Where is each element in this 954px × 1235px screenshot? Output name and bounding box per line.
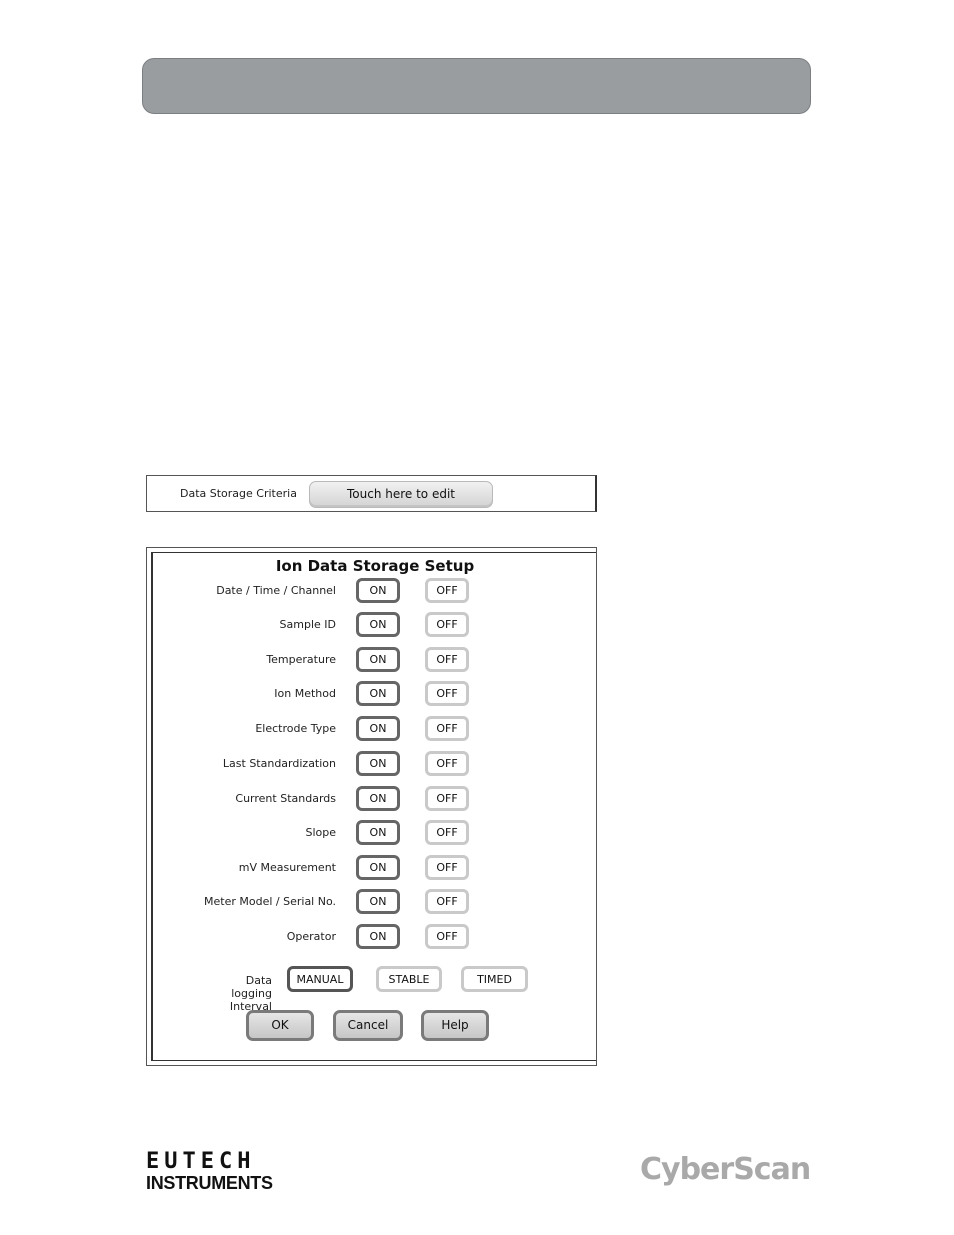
row-label: Electrode Type (255, 722, 336, 735)
off-button[interactable]: OFF (425, 612, 469, 637)
off-button[interactable]: OFF (425, 786, 469, 811)
off-button[interactable]: OFF (425, 855, 469, 880)
row-label: Last Standardization (222, 757, 336, 770)
row-label: Date / Time / Channel (216, 584, 336, 597)
on-button[interactable]: ON (356, 681, 400, 706)
off-button[interactable]: OFF (425, 820, 469, 845)
off-button[interactable]: OFF (425, 924, 469, 949)
on-button[interactable]: ON (356, 786, 400, 811)
row-label: Operator (286, 930, 336, 943)
help-button[interactable]: Help (421, 1010, 489, 1041)
touch-to-edit-button[interactable]: Touch here to edit (309, 481, 493, 508)
on-button[interactable]: ON (356, 716, 400, 741)
dialog-title: Ion Data Storage Setup (275, 557, 475, 575)
data-storage-criteria-label: Data Storage Criteria (180, 487, 297, 500)
interval-stable-button[interactable]: STABLE (376, 966, 442, 992)
row-label: Sample ID (279, 618, 336, 631)
off-button[interactable]: OFF (425, 751, 469, 776)
data-storage-criteria-panel: Data Storage Criteria Touch here to edit (146, 475, 597, 512)
off-button[interactable]: OFF (425, 889, 469, 914)
row-label: Current Standards (235, 792, 336, 805)
section-header-bar (142, 58, 811, 114)
eutech-logo-bottom: INSTRUMENTS (146, 1173, 273, 1193)
row-label: Ion Method (274, 687, 336, 700)
row-label: Meter Model / Serial No. (204, 895, 336, 908)
on-button[interactable]: ON (356, 889, 400, 914)
cancel-button[interactable]: Cancel (333, 1010, 403, 1041)
interval-timed-button[interactable]: TIMED (461, 966, 528, 992)
eutech-instruments-logo: EUTECH INSTRUMENTS (146, 1149, 273, 1194)
on-button[interactable]: ON (356, 924, 400, 949)
off-button[interactable]: OFF (425, 716, 469, 741)
on-button[interactable]: ON (356, 751, 400, 776)
ok-button[interactable]: OK (246, 1010, 314, 1041)
on-button[interactable]: ON (356, 612, 400, 637)
row-label: Slope (305, 826, 336, 839)
cyberscan-logo: CyberScan (640, 1152, 811, 1187)
ion-data-storage-setup-dialog: Ion Data Storage Setup Date / Time / Cha… (146, 547, 597, 1066)
off-button[interactable]: OFF (425, 578, 469, 603)
off-button[interactable]: OFF (425, 647, 469, 672)
on-button[interactable]: ON (356, 578, 400, 603)
data-logging-interval-label: Data logging Interval (229, 974, 272, 1013)
on-button[interactable]: ON (356, 820, 400, 845)
on-button[interactable]: ON (356, 855, 400, 880)
row-label: Temperature (266, 653, 336, 666)
row-label: mV Measurement (238, 861, 336, 874)
eutech-logo-top: EUTECH (146, 1149, 256, 1174)
off-button[interactable]: OFF (425, 681, 469, 706)
interval-manual-button[interactable]: MANUAL (287, 966, 353, 992)
on-button[interactable]: ON (356, 647, 400, 672)
